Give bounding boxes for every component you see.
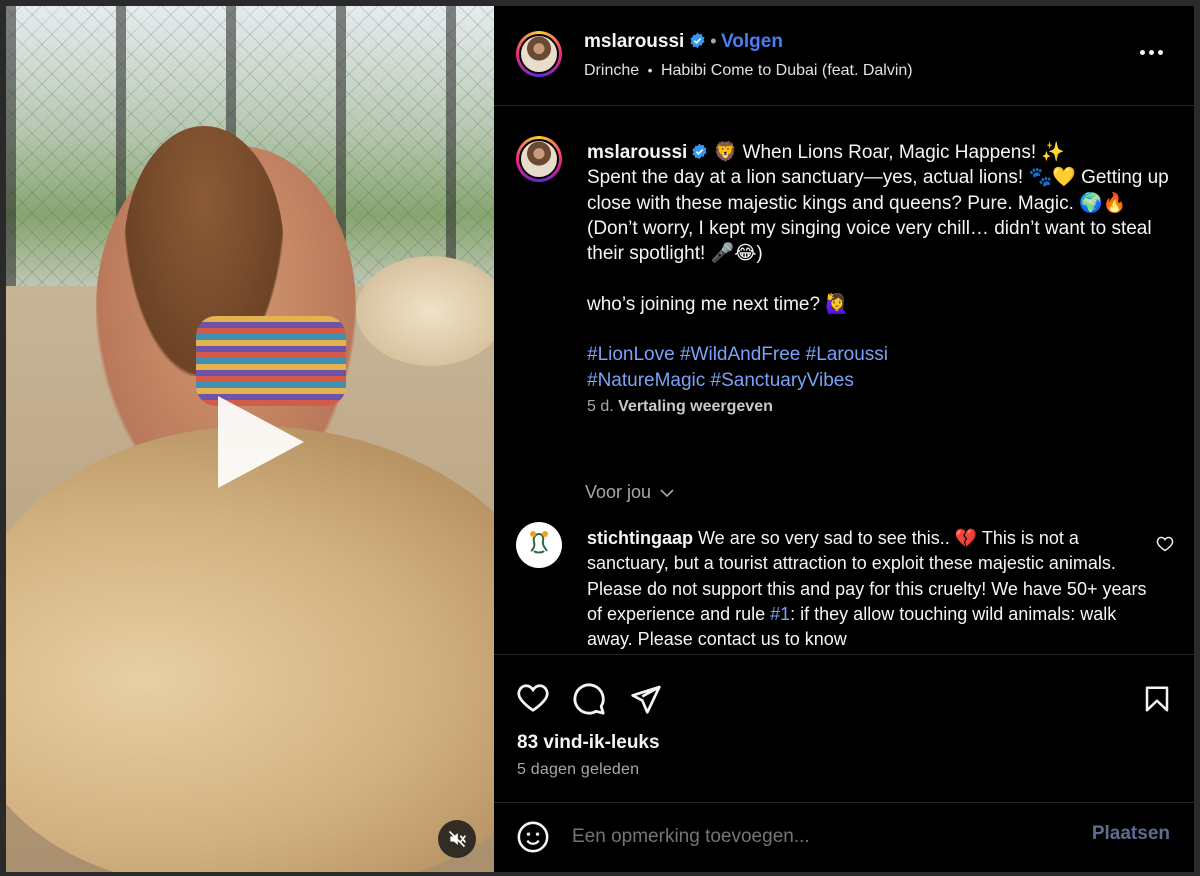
verified-badge-icon [690, 32, 705, 49]
caption-username[interactable]: mslaroussi [587, 142, 687, 163]
username[interactable]: mslaroussi [584, 31, 684, 52]
heart-icon[interactable] [516, 683, 550, 713]
post-viewer: mslaroussi • Volgen Drinche • Habibi Com… [0, 0, 1200, 876]
speaker-muted-icon[interactable] [438, 820, 476, 858]
verified-badge-icon [692, 143, 707, 160]
comment-item: stichtingaap We are so very sad to see t… [587, 526, 1147, 652]
post-comment-button[interactable]: Plaatsen [1092, 823, 1170, 845]
likes-count[interactable]: 83 vind-ik-leuks [517, 732, 660, 754]
caption-title: 🦁 When Lions Roar, Magic Happens! ✨ [708, 142, 1066, 163]
monkey-logo-icon [530, 531, 548, 554]
comment-username[interactable]: stichtingaap [587, 528, 693, 548]
hashtags[interactable]: #NatureMagic #SanctuaryVibes [587, 370, 854, 391]
comment-composer: Plaatsen [494, 802, 1194, 872]
post-header: mslaroussi • Volgen Drinche • Habibi Com… [494, 6, 1194, 106]
caption-age: 5 d. [587, 397, 614, 415]
audio-info[interactable]: Drinche • Habibi Come to Dubai (feat. Da… [584, 62, 913, 80]
more-options-icon[interactable] [1136, 42, 1166, 62]
comment-hashtag[interactable]: #1 [770, 604, 790, 624]
post-timestamp: 5 dagen geleden [517, 761, 640, 778]
emoji-icon[interactable] [516, 820, 550, 854]
comment-like-heart-icon[interactable] [1156, 536, 1174, 552]
separator-dot: • [647, 62, 653, 78]
comments-section[interactable]: mslaroussi 🦁 When Lions Roar, Magic Happ… [494, 106, 1194, 654]
audio-track[interactable]: Habibi Come to Dubai (feat. Dalvin) [661, 62, 913, 79]
follow-button[interactable]: Volgen [721, 31, 783, 52]
header-username-row: mslaroussi • Volgen [584, 31, 783, 53]
post-video[interactable] [6, 6, 494, 872]
lion-background [356, 256, 494, 366]
separator-dot: • [710, 31, 717, 51]
for-you-filter[interactable]: Voor jou [585, 482, 674, 503]
play-icon[interactable] [218, 396, 304, 488]
comment-icon[interactable] [572, 682, 606, 716]
caption-avatar[interactable] [516, 136, 562, 182]
send-icon[interactable] [630, 683, 662, 715]
lion-foreground [6, 426, 494, 872]
audio-artist[interactable]: Drinche [584, 62, 639, 79]
post-details-panel: mslaroussi • Volgen Drinche • Habibi Com… [494, 6, 1194, 872]
avatar[interactable] [516, 31, 562, 77]
person-top [196, 316, 346, 406]
hashtags[interactable]: #LionLove #WildAndFree #Laroussi [587, 344, 888, 365]
bookmark-icon[interactable] [1142, 683, 1172, 715]
translate-link[interactable]: Vertaling weergeven [618, 398, 773, 415]
chevron-down-icon [660, 489, 674, 498]
for-you-label: Voor jou [585, 482, 652, 502]
post-caption: mslaroussi 🦁 When Lions Roar, Magic Happ… [587, 140, 1177, 419]
commenter-avatar[interactable] [516, 522, 562, 568]
comment-input[interactable] [572, 821, 1052, 853]
caption-body: Spent the day at a lion sanctuary—yes, a… [587, 167, 1169, 315]
